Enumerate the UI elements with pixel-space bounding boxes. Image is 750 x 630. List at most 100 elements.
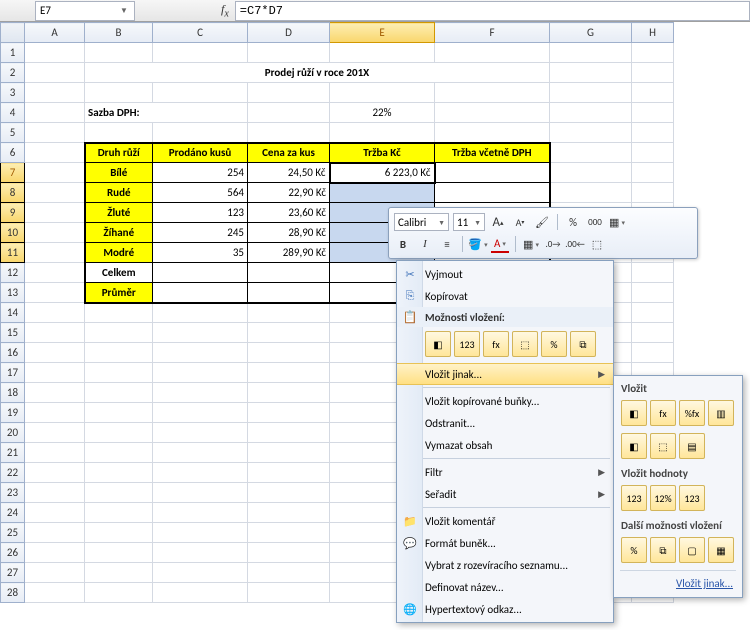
cell[interactable] (435, 183, 550, 203)
paste-icon[interactable]: fx (650, 400, 676, 426)
row-header[interactable]: 1 (1, 43, 25, 63)
paste-icon[interactable]: ⧉ (650, 537, 676, 563)
size-selector[interactable]: 11▼ (453, 213, 485, 231)
cell[interactable] (153, 283, 248, 303)
menu-paste-special[interactable]: Vložit jinak...▶ (397, 363, 613, 385)
row-header[interactable]: 5 (1, 123, 25, 143)
format-painter-icon[interactable]: 🖌 (533, 213, 551, 231)
paste-transpose-icon[interactable]: ⬚ (512, 331, 538, 357)
paste-icon[interactable]: ▥ (708, 400, 734, 426)
paste-icon[interactable]: %fx (679, 400, 705, 426)
row-header[interactable]: 9 (1, 203, 25, 223)
row-header[interactable]: 22 (1, 463, 25, 483)
col-header[interactable]: A (25, 23, 85, 43)
menu-delete[interactable]: Odstranit... (397, 412, 613, 434)
paste-link-icon[interactable]: ⧉ (570, 331, 596, 357)
paste-formatting-icon[interactable]: % (541, 331, 567, 357)
row-header[interactable]: 17 (1, 363, 25, 383)
paste-icon[interactable]: ◧ (621, 400, 647, 426)
cell[interactable]: 289,90 Kč (248, 243, 330, 263)
dec-decimal-icon[interactable]: .00← (566, 235, 584, 253)
row-header[interactable]: 11 (1, 243, 25, 263)
row-header[interactable]: 16 (1, 343, 25, 363)
cell[interactable]: 123 (153, 203, 248, 223)
menu-define-name[interactable]: Definovat název... (397, 576, 613, 598)
borders-icon[interactable]: ▦▾ (522, 235, 540, 253)
chevron-down-icon[interactable]: ▼ (120, 6, 130, 16)
center-icon[interactable]: ≡ (438, 235, 456, 253)
inc-decimal-icon[interactable]: .0→ (544, 235, 562, 253)
menu-insert-comment[interactable]: Vložit komentář (397, 510, 613, 532)
menu-filter[interactable]: Filtr▶ (397, 461, 613, 483)
cell[interactable] (153, 263, 248, 283)
shrink-font-icon[interactable]: A▾ (511, 213, 529, 231)
paste-values-icon[interactable]: 123 (454, 331, 480, 357)
thousands-icon[interactable]: 000 (586, 213, 604, 231)
active-cell[interactable]: 6 223,0 Kč (330, 163, 435, 183)
paste-icon[interactable]: 12% (650, 485, 676, 511)
font-color-icon[interactable]: A▾ (491, 235, 509, 253)
row-header[interactable]: 28 (1, 583, 25, 603)
menu-copy[interactable]: Kopírovat (397, 285, 613, 307)
menu-format-cells[interactable]: Formát buněk... (397, 532, 613, 554)
paste-all-icon[interactable]: ◧ (425, 331, 451, 357)
row-header[interactable]: 13 (1, 283, 25, 303)
paste-icon[interactable]: 123 (679, 485, 705, 511)
col-header[interactable]: E (330, 23, 435, 43)
row-header[interactable]: 19 (1, 403, 25, 423)
cell[interactable]: 254 (153, 163, 248, 183)
accounting-icon[interactable]: ▦▾ (608, 213, 626, 231)
cell[interactable] (248, 283, 330, 303)
bold-button[interactable]: B (394, 235, 412, 253)
row-header[interactable]: 27 (1, 563, 25, 583)
cell[interactable]: 28,90 Kč (248, 223, 330, 243)
paste-icon[interactable]: ◧ (621, 433, 647, 459)
row-header[interactable]: 24 (1, 503, 25, 523)
italic-button[interactable]: I (416, 235, 434, 253)
select-all-corner[interactable] (1, 23, 25, 43)
paste-formulas-icon[interactable]: fx (483, 331, 509, 357)
font-selector[interactable]: Calibri▼ (394, 213, 449, 231)
menu-insert-copied[interactable]: Vložit kopírované buňky... (397, 390, 613, 412)
row-header[interactable]: 14 (1, 303, 25, 323)
cell[interactable]: 22,90 Kč (248, 183, 330, 203)
row-header[interactable]: 7 (1, 163, 25, 183)
row-header[interactable]: 26 (1, 543, 25, 563)
cell[interactable]: 564 (153, 183, 248, 203)
menu-cut[interactable]: Vyjmout (397, 263, 613, 285)
cell[interactable]: 24,50 Kč (248, 163, 330, 183)
paste-icon[interactable]: ▦ (708, 537, 734, 563)
col-header[interactable]: D (248, 23, 330, 43)
row-header[interactable]: 2 (1, 63, 25, 83)
menu-hyperlink[interactable]: Hypertextový odkaz... (397, 598, 613, 620)
paste-icon[interactable]: ▢ (679, 537, 705, 563)
row-header[interactable]: 3 (1, 83, 25, 103)
col-header[interactable]: B (85, 23, 153, 43)
row-header[interactable]: 25 (1, 523, 25, 543)
paste-icon[interactable]: % (621, 537, 647, 563)
row-header[interactable]: 23 (1, 483, 25, 503)
cell[interactable]: 245 (153, 223, 248, 243)
row-header[interactable]: 6 (1, 143, 25, 163)
row-header[interactable]: 4 (1, 103, 25, 123)
formula-input[interactable]: =C7*D7 (235, 1, 750, 21)
menu-dropdown-pick[interactable]: Vybrat z rozevíracího seznamu... (397, 554, 613, 576)
fill-color-icon[interactable]: 🪣▾ (469, 235, 487, 253)
paste-icon[interactable]: ▤ (679, 433, 705, 459)
paste-icon[interactable]: 123 (621, 485, 647, 511)
cell[interactable] (248, 263, 330, 283)
menu-sort[interactable]: Seřadit▶ (397, 483, 613, 505)
row-header[interactable]: 12 (1, 263, 25, 283)
percent-icon[interactable]: % (564, 213, 582, 231)
selected-cell[interactable] (330, 183, 435, 203)
menu-clear[interactable]: Vymazat obsah (397, 434, 613, 456)
col-header[interactable]: C (153, 23, 248, 43)
col-header[interactable]: H (632, 23, 674, 43)
grow-font-icon[interactable]: A▴ (489, 213, 507, 231)
paste-icon[interactable]: ⬚ (650, 433, 676, 459)
row-header[interactable]: 20 (1, 423, 25, 443)
row-header[interactable]: 21 (1, 443, 25, 463)
cell[interactable]: 23,60 Kč (248, 203, 330, 223)
col-header[interactable]: G (550, 23, 632, 43)
fx-icon[interactable]: fx (221, 2, 229, 19)
